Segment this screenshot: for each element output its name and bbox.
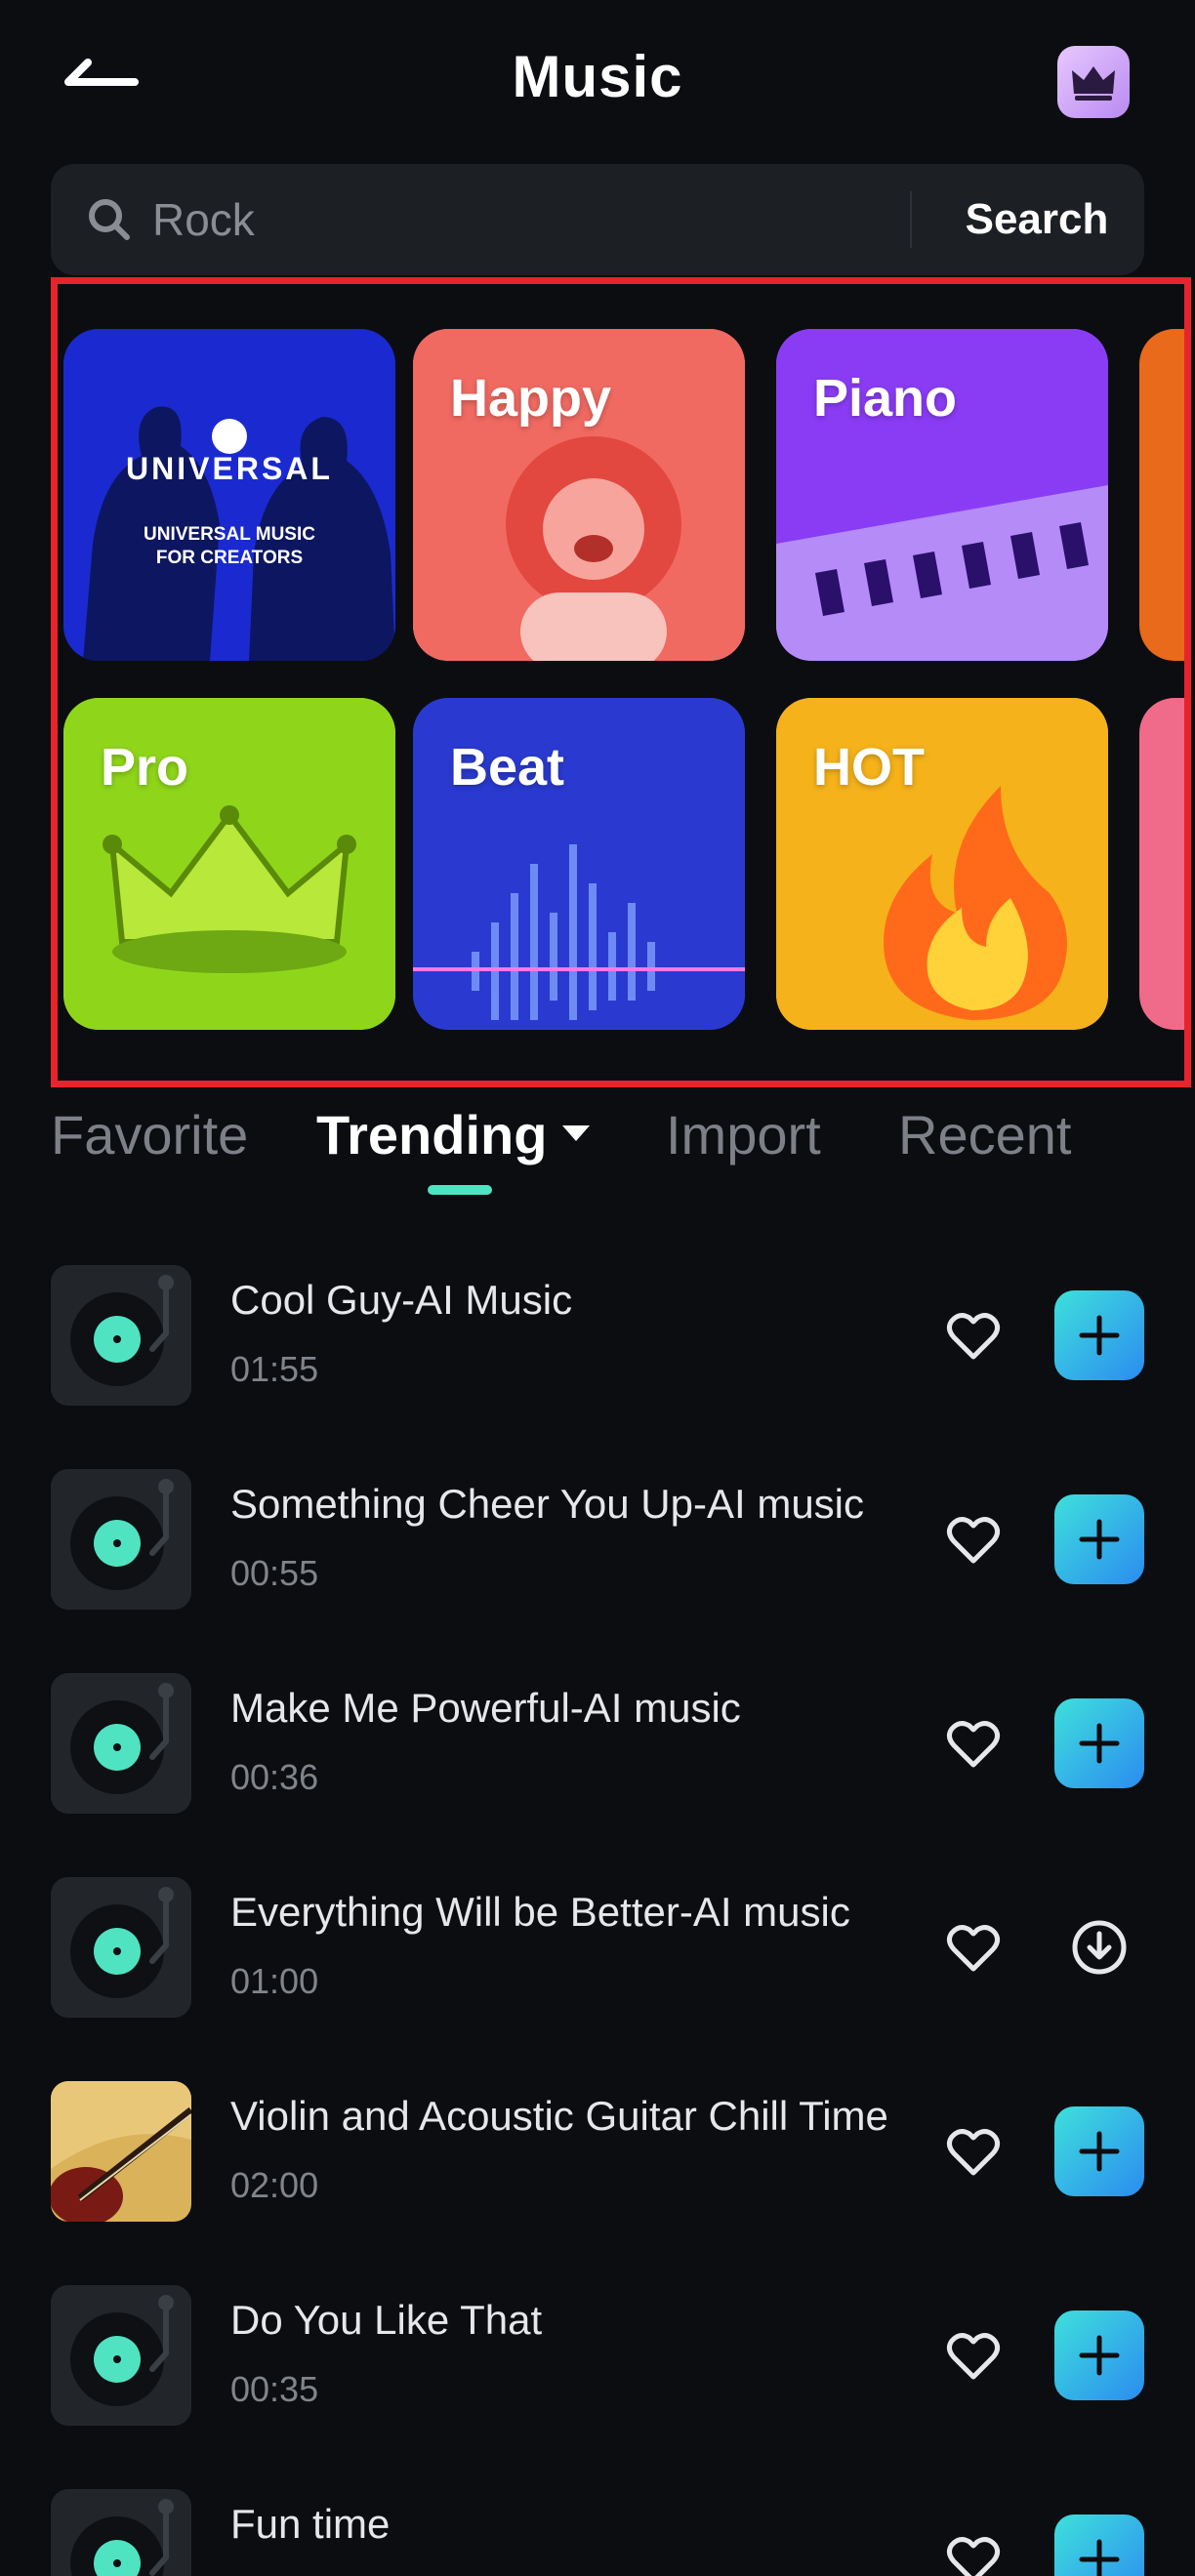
search-input[interactable]: [152, 185, 836, 254]
download-button[interactable]: [1062, 1910, 1136, 1984]
track-row[interactable]: Fun time: [51, 2489, 1144, 2576]
heart-icon: [946, 1721, 1001, 1768]
track-title: Do You Like That: [230, 2297, 543, 2343]
favorite-button[interactable]: [939, 2526, 1008, 2576]
turntable-icon: [51, 1877, 191, 2018]
tab-recent[interactable]: Recent: [898, 1103, 1071, 1166]
category-label-piano: Piano: [813, 369, 958, 428]
header: Music: [0, 0, 1195, 156]
turntable-icon: [51, 2285, 191, 2426]
track-title: Cool Guy-AI Music: [230, 1277, 573, 1323]
track-row[interactable]: Something Cheer You Up-AI music 00:55: [51, 1469, 1144, 1612]
search-bar: Search: [51, 164, 1144, 275]
category-label-hot: HOT: [813, 738, 925, 797]
category-label-happy: Happy: [450, 369, 612, 428]
turntable-icon: [51, 1265, 191, 1406]
category-card-universal[interactable]: UNIVERSAL UNIVERSAL MUSIC FOR CREATORS: [63, 329, 395, 661]
track-title: Violin and Acoustic Guitar Chill Time: [230, 2093, 888, 2139]
page-title: Music: [512, 44, 683, 109]
category-card-hot[interactable]: HOT: [776, 698, 1108, 1030]
track-duration: 00:55: [230, 1553, 319, 1593]
tab-favorite-label: Favorite: [51, 1104, 249, 1165]
tab-import[interactable]: Import: [666, 1103, 821, 1166]
category-label-pro: Pro: [101, 738, 189, 797]
plus-icon: [1079, 2131, 1120, 2172]
active-tab-indicator: [428, 1185, 492, 1195]
universal-subtitle-line2: FOR CREATORS: [155, 548, 304, 568]
guitar-thumbnail: [51, 2081, 191, 2222]
plus-icon: [1079, 1315, 1120, 1356]
track-title: Make Me Powerful-AI music: [230, 1685, 741, 1731]
favorite-button[interactable]: [939, 2118, 1008, 2187]
favorite-button[interactable]: [939, 2322, 1008, 2391]
turntable-icon: [51, 1469, 191, 1610]
search-divider: [910, 191, 912, 248]
heart-icon: [946, 1925, 1001, 1972]
track-row[interactable]: Do You Like That 00:35: [51, 2285, 1144, 2428]
heart-icon: [946, 1517, 1001, 1564]
track-duration: 02:00: [230, 2165, 319, 2205]
tab-trending-label: Trending: [316, 1104, 548, 1165]
universal-subtitle-line1: UNIVERSAL MUSIC: [144, 524, 315, 545]
download-icon: [1072, 1920, 1127, 1975]
track-row[interactable]: Make Me Powerful-AI music 00:36: [51, 1673, 1144, 1816]
category-card-pro[interactable]: Pro: [63, 698, 395, 1030]
category-card-partial-1[interactable]: [1139, 329, 1184, 661]
plus-icon: [1079, 2335, 1120, 2376]
category-label-beat: Beat: [450, 738, 565, 797]
favorite-button[interactable]: [939, 1506, 1008, 1574]
add-button[interactable]: [1054, 2106, 1144, 2196]
search-icon: [89, 199, 130, 240]
search-button[interactable]: Search: [949, 187, 1125, 252]
favorite-button[interactable]: [939, 1710, 1008, 1779]
add-button[interactable]: [1054, 1494, 1144, 1584]
premium-button[interactable]: [1057, 46, 1130, 118]
category-grid: UNIVERSAL UNIVERSAL MUSIC FOR CREATORS H…: [51, 277, 1191, 1087]
crown-icon: [1072, 66, 1115, 101]
heart-icon: [946, 2333, 1001, 2380]
tab-recent-label: Recent: [898, 1104, 1072, 1165]
heart-icon: [946, 2537, 1001, 2576]
tab-trending[interactable]: Trending: [316, 1103, 591, 1166]
plus-icon: [1079, 2539, 1120, 2576]
add-button[interactable]: [1054, 1698, 1144, 1788]
favorite-button[interactable]: [939, 1914, 1008, 1983]
category-card-happy[interactable]: Happy: [413, 329, 745, 661]
track-row[interactable]: Violin and Acoustic Guitar Chill Time 02…: [51, 2081, 1144, 2224]
track-row[interactable]: Everything Will be Better-AI music 01:00: [51, 1877, 1144, 2020]
category-card-beat[interactable]: Beat: [413, 698, 745, 1030]
dropdown-arrow-icon: [562, 1125, 591, 1142]
turntable-icon: [51, 2489, 191, 2576]
universal-silhouette-art: [63, 329, 395, 661]
universal-logo-text: UNIVERSAL: [126, 451, 333, 486]
track-duration: 01:00: [230, 1961, 319, 2001]
track-duration: 01:55: [230, 1349, 319, 1389]
heart-icon: [946, 1313, 1001, 1360]
track-row[interactable]: Cool Guy-AI Music 01:55: [51, 1265, 1144, 1408]
track-duration: 00:35: [230, 2369, 319, 2409]
plus-icon: [1079, 1519, 1120, 1560]
tab-favorite[interactable]: Favorite: [51, 1103, 248, 1166]
tab-import-label: Import: [666, 1104, 821, 1165]
track-title: Something Cheer You Up-AI music: [230, 1481, 865, 1527]
track-title: Fun time: [230, 2501, 391, 2547]
track-title: Everything Will be Better-AI music: [230, 1889, 850, 1935]
category-card-piano[interactable]: Piano: [776, 329, 1108, 661]
add-button[interactable]: [1054, 1290, 1144, 1380]
add-button[interactable]: [1054, 2310, 1144, 2400]
music-tabs: Favorite Trending Import Recent: [51, 1103, 1144, 1201]
favorite-button[interactable]: [939, 1302, 1008, 1370]
track-duration: 00:36: [230, 1757, 319, 1797]
category-card-partial-2[interactable]: [1139, 698, 1184, 1030]
turntable-icon: [51, 1673, 191, 1814]
plus-icon: [1079, 1723, 1120, 1764]
add-button[interactable]: [1054, 2515, 1144, 2576]
heart-icon: [946, 2129, 1001, 2176]
